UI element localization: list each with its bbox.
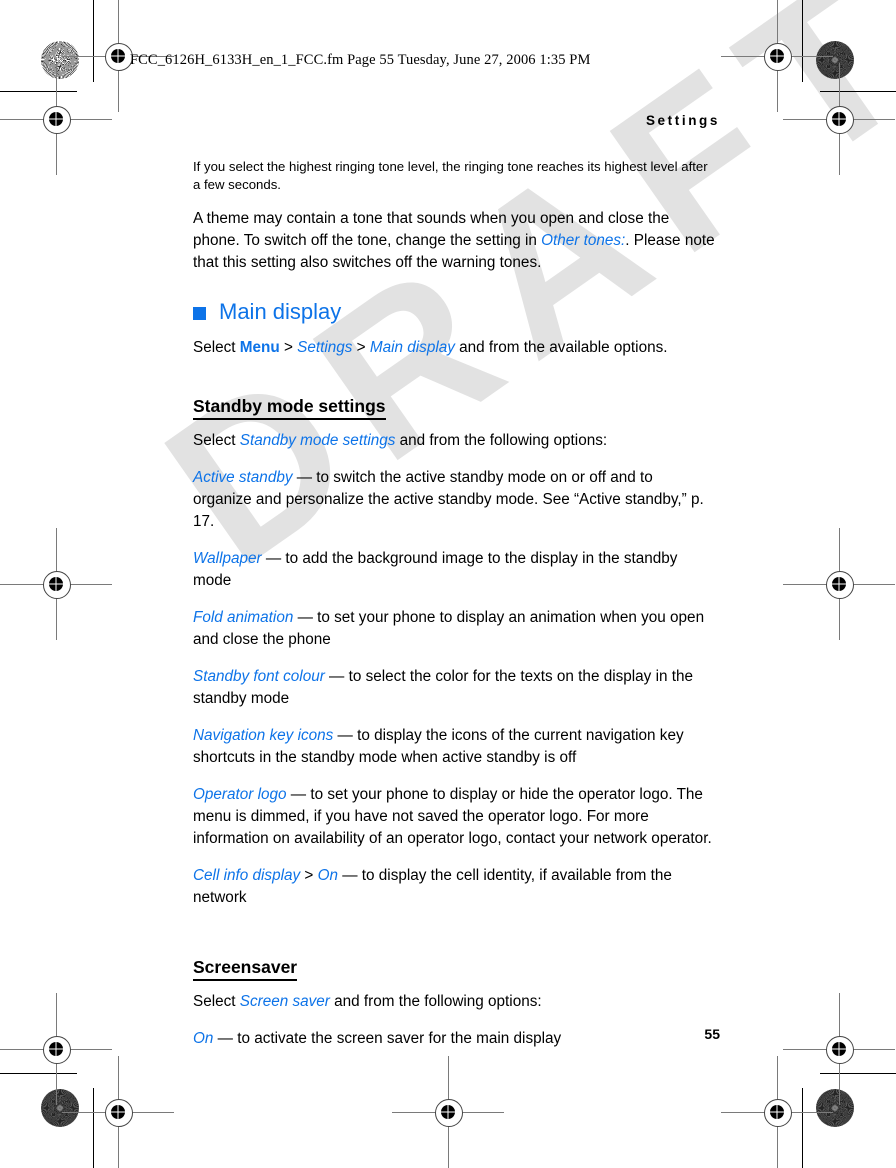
main-display-path-paragraph: Select Menu > Settings > Main display an… (193, 337, 715, 359)
option-name: Operator logo (193, 785, 287, 803)
cell-info-display-reference: Cell info display (193, 866, 301, 884)
rosette-mark-top-left (41, 41, 79, 79)
trim-line-left-bottom (93, 1088, 94, 1168)
option-cell-info-display: Cell info display > On — to display the … (193, 865, 715, 909)
standby-select-after: and from the following options: (395, 431, 608, 449)
option-dash: — (333, 726, 358, 744)
option-operator-logo: Operator logo — to set your phone to dis… (193, 784, 715, 850)
path-separator-1: > (279, 338, 298, 356)
trim-line-bottom-left (0, 1073, 77, 1074)
trim-line-left-top (93, 0, 94, 82)
screen-saver-reference: Screen saver (239, 992, 330, 1010)
option-name: Fold animation (193, 608, 294, 626)
standby-heading-wrap: Standby mode settings (193, 374, 715, 430)
trim-line-top-left (0, 91, 77, 92)
main-display-reference: Main display (369, 338, 455, 356)
cell-info-value-on: On (317, 866, 338, 884)
standby-mode-settings-reference: Standby mode settings (239, 431, 396, 449)
option-wallpaper: Wallpaper — to add the background image … (193, 548, 715, 592)
option-dash: — (261, 549, 286, 567)
main-display-path-after: and from the available options. (454, 338, 668, 356)
select-word: Select (193, 338, 240, 356)
path-separator-2: > (352, 338, 370, 356)
option-navigation-key-icons: Navigation key icons — to display the ic… (193, 725, 715, 769)
screensaver-select-after: and from the following options: (329, 992, 542, 1010)
option-name: Active standby (193, 468, 293, 486)
trim-line-bottom-right (820, 1073, 896, 1074)
cell-info-separator: > (300, 866, 318, 884)
screensaver-select-word: Select (193, 992, 240, 1010)
option-name: On (193, 1029, 214, 1047)
option-dash: — (213, 1029, 238, 1047)
option-dash: — (293, 608, 318, 626)
menu-reference: Menu (239, 338, 280, 356)
option-name: Navigation key icons (193, 726, 334, 744)
standby-select-word: Select (193, 431, 240, 449)
standby-select-paragraph: Select Standby mode settings and from th… (193, 430, 715, 452)
option-screensaver-on: On — to activate the screen saver for th… (193, 1028, 715, 1050)
section-heading-label: Main display (219, 299, 342, 325)
option-fold-animation: Fold animation — to set your phone to di… (193, 607, 715, 651)
cell-info-dash: — (337, 866, 362, 884)
rosette-mark-bottom-right (816, 1089, 854, 1127)
option-active-standby: Active standby — to switch the active st… (193, 467, 715, 533)
film-header-line: FCC_6126H_6133H_en_1_FCC.fm Page 55 Tues… (130, 52, 591, 68)
option-description: to activate the screen saver for the mai… (237, 1029, 562, 1047)
subheading-screensaver: Screensaver (193, 957, 298, 981)
option-dash: — (324, 667, 349, 685)
square-bullet-icon (193, 307, 206, 321)
note-paragraph: If you select the highest ringing tone l… (193, 159, 708, 193)
subheading-standby-mode-settings: Standby mode settings (193, 396, 386, 420)
screensaver-select-paragraph: Select Screen saver and from the followi… (193, 991, 715, 1013)
running-head-chapter: Settings (645, 113, 720, 128)
page-number: 55 (704, 1026, 720, 1042)
page-content: If you select the highest ringing tone l… (193, 158, 715, 1065)
option-name: Wallpaper (193, 549, 262, 567)
settings-reference: Settings (297, 338, 353, 356)
screensaver-heading-wrap: Screensaver (193, 935, 715, 991)
rosette-mark-bottom-left (41, 1089, 79, 1127)
option-dash: — (292, 468, 317, 486)
option-name: Standby font colour (193, 667, 325, 685)
trim-line-right-bottom (802, 1088, 803, 1168)
other-tones-reference: Other tones: (541, 232, 626, 250)
section-heading-main-display: Main display (193, 300, 715, 324)
theme-tone-paragraph: A theme may contain a tone that sounds w… (193, 208, 715, 274)
option-dash: — (286, 785, 311, 803)
option-standby-font-colour: Standby font colour — to select the colo… (193, 666, 715, 710)
